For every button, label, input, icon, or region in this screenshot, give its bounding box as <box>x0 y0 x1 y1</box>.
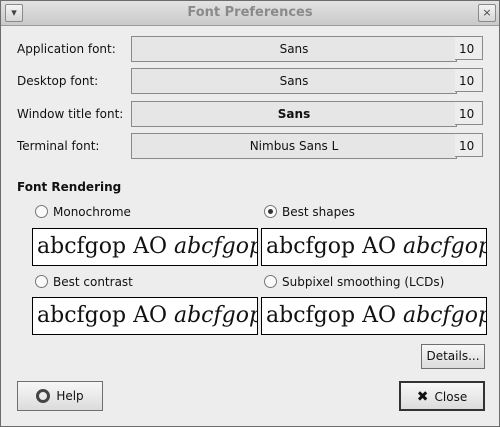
window-title-font-button[interactable]: Sans <box>131 101 457 127</box>
radio-best-contrast-label: Best contrast <box>53 275 133 289</box>
sample-text-regular: abcfgop AO <box>266 234 403 259</box>
font-rendering-heading: Font Rendering <box>17 180 122 194</box>
radio-indicator <box>35 205 48 218</box>
sample-text-italic: abcfgop <box>402 234 487 259</box>
desktop-font-button[interactable]: Sans <box>131 68 457 94</box>
radio-subpixel-smoothing-label: Subpixel smoothing (LCDs) <box>282 275 445 289</box>
radio-indicator <box>264 275 277 288</box>
close-button-label: Close <box>434 390 468 404</box>
help-button[interactable]: Help <box>17 381 103 411</box>
terminal-font-label: Terminal font: <box>17 139 100 153</box>
title-bar[interactable]: ▾ Font Preferences × <box>1 1 499 26</box>
application-font-button[interactable]: Sans <box>131 36 457 62</box>
lifebuoy-icon <box>36 389 51 403</box>
desktop-font-label: Desktop font: <box>17 74 99 88</box>
desktop-font-size: 10 <box>455 68 483 92</box>
radio-indicator <box>35 275 48 288</box>
window-title: Font Preferences <box>187 5 313 20</box>
window-close-icon[interactable]: × <box>478 4 496 22</box>
sample-text-italic: abcfgop <box>173 234 258 259</box>
sample-monochrome[interactable]: abcfgop AO abcfgop <box>32 228 258 266</box>
window-title-font-label: Window title font: <box>17 107 124 121</box>
sample-text-italic: abcfgop <box>173 303 258 328</box>
sample-best-shapes[interactable]: abcfgop AO abcfgop <box>261 228 487 266</box>
radio-monochrome[interactable]: Monochrome <box>35 205 131 219</box>
sample-text-regular: abcfgop AO <box>37 303 174 328</box>
sample-text-regular: abcfgop AO <box>37 234 174 259</box>
window-title-font-size: 10 <box>455 101 483 125</box>
sample-text-italic: abcfgop <box>402 303 487 328</box>
radio-subpixel-smoothing[interactable]: Subpixel smoothing (LCDs) <box>264 275 444 289</box>
font-preferences-window: ▾ Font Preferences × Application font: S… <box>0 0 500 427</box>
radio-monochrome-label: Monochrome <box>53 205 131 219</box>
radio-best-shapes-label: Best shapes <box>282 205 355 219</box>
radio-best-contrast[interactable]: Best contrast <box>35 275 133 289</box>
sample-subpixel-smoothing[interactable]: abcfgop AO abcfgop <box>261 297 487 335</box>
x-icon: ✖ <box>416 389 429 405</box>
application-font-size: 10 <box>455 36 483 60</box>
details-button[interactable]: Details... <box>421 344 485 369</box>
radio-best-shapes[interactable]: Best shapes <box>264 205 355 219</box>
terminal-font-button[interactable]: Nimbus Sans L <box>131 133 457 159</box>
terminal-font-size: 10 <box>455 133 483 157</box>
close-button[interactable]: ✖ Close <box>399 381 485 411</box>
help-button-label: Help <box>56 389 84 403</box>
sample-text-regular: abcfgop AO <box>266 303 403 328</box>
application-font-label: Application font: <box>17 42 116 56</box>
radio-indicator-selected <box>264 205 277 218</box>
sample-best-contrast[interactable]: abcfgop AO abcfgop <box>32 297 258 335</box>
